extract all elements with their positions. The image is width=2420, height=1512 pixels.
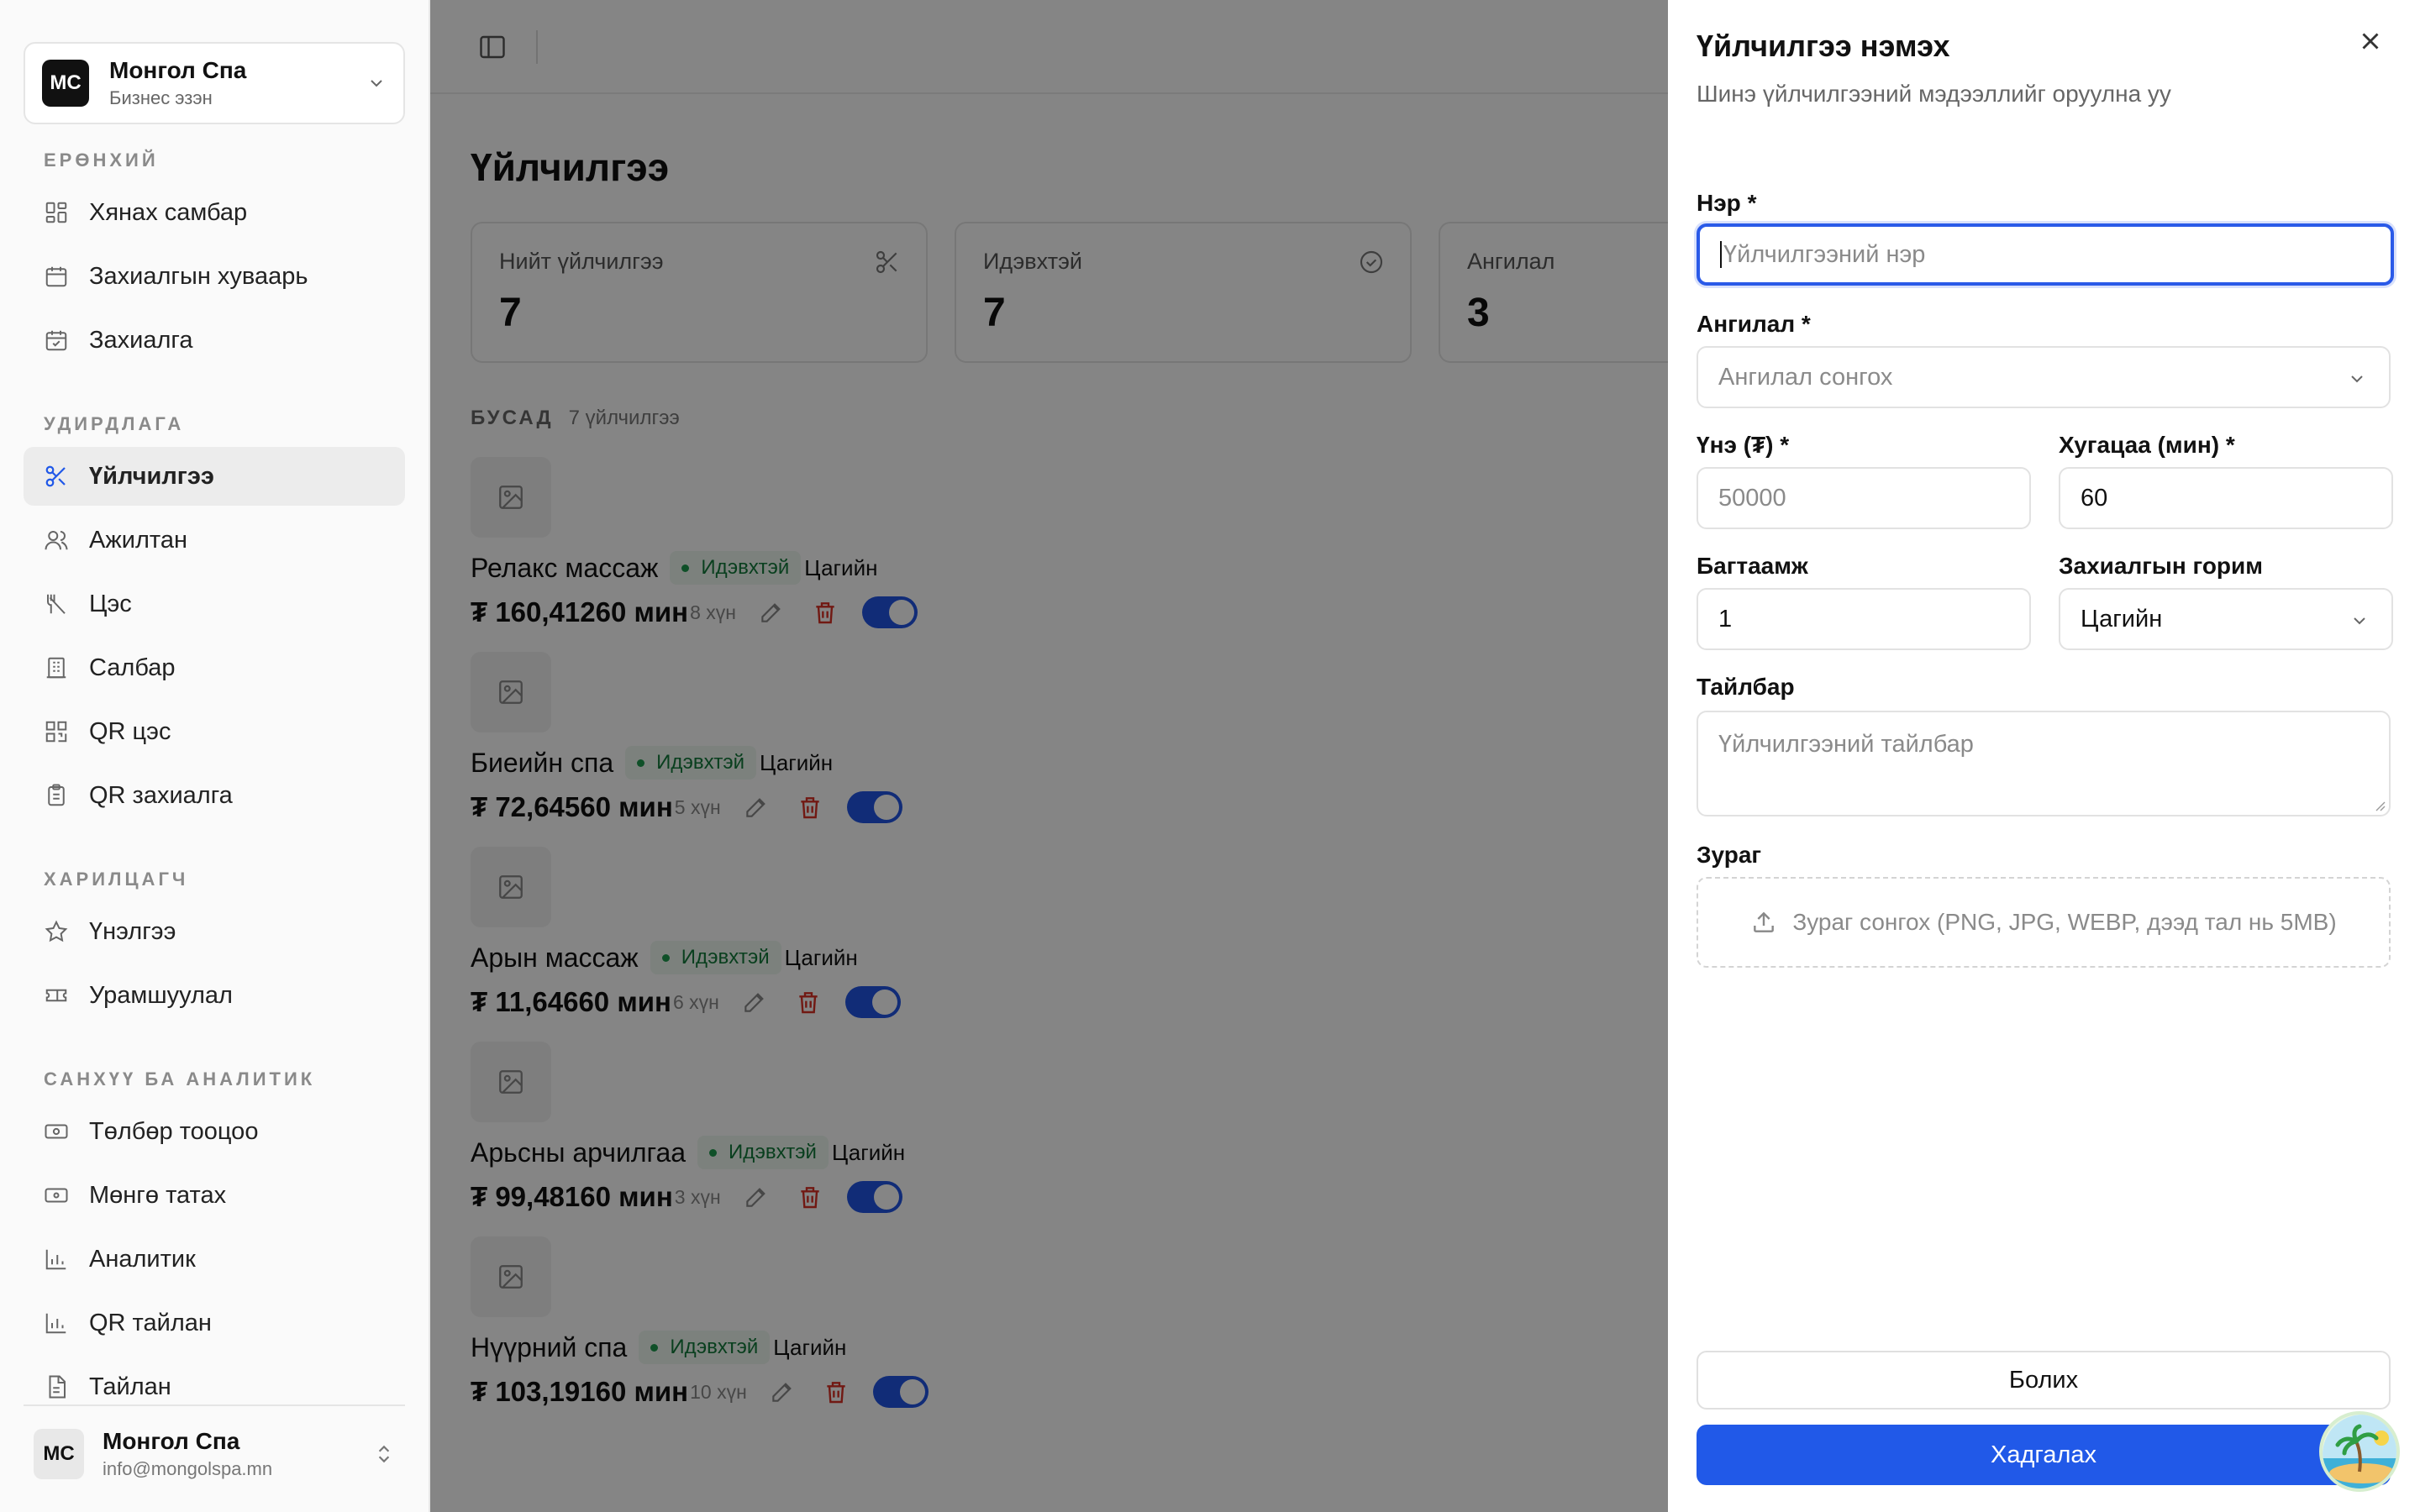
category-select[interactable]: Ангилал сонгох [1697, 346, 2391, 408]
star-icon [42, 917, 71, 946]
sidebar-item-menu[interactable]: Цэс [24, 575, 405, 633]
calendar-icon [42, 262, 71, 291]
account-name: Монгол Спа [103, 1428, 240, 1454]
name-label: Нэр * [1697, 190, 1757, 216]
sidebar-item-label: Хянах самбар [89, 198, 248, 226]
bar-chart-icon [42, 1309, 71, 1337]
workspace-avatar: MC [42, 60, 89, 107]
upload-text: Зураг сонгох (PNG, JPG, WEBP, дээд тал н… [1792, 909, 2337, 935]
sidebar-item-qr-menu[interactable]: QR цэс [24, 702, 405, 761]
users-icon [42, 526, 71, 554]
description-placeholder: Үйлчилгээний тайлбар [1718, 731, 1974, 758]
section-label-finance: САНХҮҮ БА АНАЛИТИК [44, 1068, 316, 1089]
sidebar-item-label: QR цэс [89, 717, 171, 745]
workspace-switcher[interactable]: MC Монгол Спа Бизнес эзэн [24, 42, 405, 124]
sidebar-item-label: Төлбөр тооцоо [89, 1117, 259, 1145]
scissors-icon [42, 462, 71, 491]
sidebar-item-label: Ажилтан [89, 526, 187, 554]
name-placeholder: Үйлчилгээний нэр [1723, 240, 1926, 268]
sidebar-item-label: Мөнгө татах [89, 1181, 227, 1209]
sidebar-item-label: Үнэлгээ [89, 917, 176, 945]
bar-chart-icon [42, 1245, 71, 1273]
chevron-down-icon [2351, 375, 2363, 383]
booking-mode-label: Захиалгын горим [2059, 553, 2263, 579]
description-textarea[interactable]: Үйлчилгээний тайлбар [1697, 711, 2391, 816]
sidebar-item-services[interactable]: Үйлчилгээ [24, 447, 405, 506]
sidebar-item-label: QR захиалга [89, 781, 233, 809]
calendar-check-icon [42, 326, 71, 354]
sidebar-item-label: Тайлан [89, 1373, 171, 1400]
sidebar-item-withdraw[interactable]: Мөнгө татах [24, 1166, 405, 1225]
utensils-icon [42, 590, 71, 618]
ticket-icon [42, 981, 71, 1010]
text-caret [1720, 241, 1722, 268]
price-placeholder: 50000 [1718, 484, 1786, 512]
section-label-general: ЕРӨНХИЙ [44, 150, 159, 171]
dashboard-icon [42, 198, 71, 227]
building-icon [42, 654, 71, 682]
sidebar-item-branches[interactable]: Салбар [24, 638, 405, 697]
sidebar-item-booking-schedule[interactable]: Захиалгын хуваарь [24, 247, 405, 306]
duration-value: 60 [2081, 484, 2108, 512]
sidebar: MC Монгол Спа Бизнес эзэн ЕРӨНХИЙ Хянах … [0, 0, 430, 1512]
description-label: Тайлбар [1697, 674, 1795, 700]
price-input[interactable]: 50000 [1697, 467, 2031, 529]
capacity-value: 1 [1718, 605, 1733, 633]
sidebar-item-label: Үйлчилгээ [89, 462, 214, 490]
account-email: info@mongolspa.mn [103, 1458, 273, 1479]
sidebar-item-label: Захиалга [89, 326, 193, 354]
chevrons-up-down-icon [378, 1445, 390, 1463]
drawer-title: Үйлчилгээ нэмэх [1697, 29, 1950, 63]
save-button[interactable]: Хадгалах [1697, 1425, 2391, 1485]
close-icon[interactable] [2356, 27, 2385, 55]
sidebar-item-label: Захиалгын хуваарь [89, 262, 308, 290]
sidebar-item-label: Цэс [89, 590, 132, 617]
name-input[interactable]: Үйлчилгээний нэр [1697, 223, 2394, 286]
sidebar-item-dashboard[interactable]: Хянах самбар [24, 183, 405, 242]
category-label: Ангилал * [1697, 311, 1811, 337]
sidebar-item-label: Урамшуулал [89, 981, 233, 1009]
sidebar-item-bookings[interactable]: Захиалга [24, 311, 405, 370]
section-label-management: УДИРДЛАГА [44, 413, 185, 434]
add-service-drawer: Үйлчилгээ нэмэх Шинэ үйлчилгээний мэдээл… [1668, 0, 2420, 1512]
booking-mode-select[interactable]: Цагийн [2059, 588, 2393, 650]
chevron-down-icon [2354, 617, 2365, 625]
sidebar-item-label: Салбар [89, 654, 176, 681]
chevron-down-icon [371, 80, 382, 87]
qr-icon [42, 717, 71, 746]
sidebar-item-reviews[interactable]: Үнэлгээ [24, 902, 405, 961]
duration-input[interactable]: 60 [2059, 467, 2393, 529]
avatar: MC [34, 1429, 84, 1479]
sidebar-item-label: Аналитик [89, 1245, 196, 1273]
booking-mode-value: Цагийн [2081, 605, 2163, 633]
wallet-icon [42, 1181, 71, 1210]
sidebar-item-promotions[interactable]: Урамшуулал [24, 966, 405, 1025]
price-label: Үнэ (₮) * [1697, 432, 1790, 458]
capacity-input[interactable]: 1 [1697, 588, 2031, 650]
category-placeholder: Ангилал сонгох [1718, 363, 1893, 391]
file-icon [42, 1373, 71, 1401]
account-switcher[interactable]: MC Монгол Спа info@mongolspa.mn [24, 1404, 405, 1502]
duration-label: Хугацаа (мин) * [2059, 432, 2235, 458]
drawer-subtitle: Шинэ үйлчилгээний мэдээллийг оруулна уу [1697, 81, 2171, 107]
sidebar-item-qr-report[interactable]: QR тайлан [24, 1294, 405, 1352]
resize-handle-icon[interactable] [2372, 798, 2386, 811]
sidebar-item-analytics[interactable]: Аналитик [24, 1230, 405, 1289]
image-label: Зураг [1697, 842, 1762, 868]
upload-icon [1754, 911, 1775, 932]
section-label-customers: ХАРИЛЦАГЧ [44, 869, 189, 890]
sidebar-item-payments[interactable]: Төлбөр тооцоо [24, 1102, 405, 1161]
workspace-name: Монгол Спа [109, 57, 247, 83]
workspace-role: Бизнес эзэн [109, 87, 213, 108]
clipboard-icon [42, 781, 71, 810]
capacity-label: Багтаамж [1697, 553, 1808, 579]
image-upload-dropzone[interactable]: Зураг сонгох (PNG, JPG, WEBP, дээд тал н… [1697, 877, 2391, 968]
sidebar-item-qr-orders[interactable]: QR захиалга [24, 766, 405, 825]
sidebar-item-label: QR тайлан [89, 1309, 212, 1336]
cancel-button[interactable]: Болих [1697, 1351, 2391, 1410]
assistant-avatar-button[interactable] [2319, 1411, 2400, 1492]
sidebar-item-staff[interactable]: Ажилтан [24, 511, 405, 570]
banknote-icon [42, 1117, 71, 1146]
